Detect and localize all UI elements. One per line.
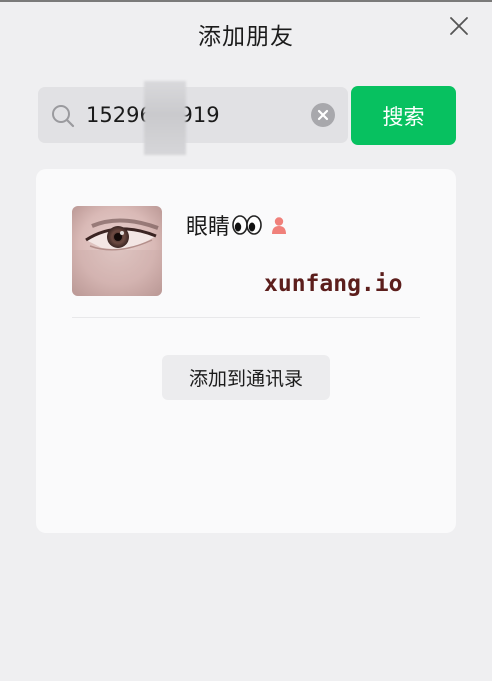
clear-icon bbox=[317, 109, 329, 121]
clear-search-button[interactable] bbox=[311, 103, 335, 127]
nickname-row: 眼睛 bbox=[186, 210, 288, 240]
page-title: 添加朋友 bbox=[198, 24, 294, 50]
divider bbox=[72, 317, 420, 318]
avatar-image bbox=[72, 206, 162, 296]
eyes-emoji-icon bbox=[232, 215, 262, 235]
search-result-card: 眼睛 xunfang.io 添加到通讯录 bbox=[36, 169, 456, 533]
close-icon bbox=[450, 17, 468, 35]
watermark-text: xunfang.io bbox=[264, 271, 403, 297]
search-input[interactable] bbox=[86, 95, 301, 135]
add-to-contacts-button[interactable]: 添加到通讯录 bbox=[162, 355, 330, 400]
female-gender-icon bbox=[272, 217, 287, 234]
close-button[interactable] bbox=[447, 14, 471, 38]
search-icon bbox=[52, 105, 75, 128]
search-box[interactable] bbox=[38, 81, 348, 155]
nickname: 眼睛 bbox=[186, 215, 231, 240]
window-top-border bbox=[0, 0, 492, 2]
privacy-mosaic bbox=[144, 81, 186, 155]
search-button[interactable]: 搜索 bbox=[351, 86, 456, 145]
avatar[interactable] bbox=[72, 206, 162, 296]
